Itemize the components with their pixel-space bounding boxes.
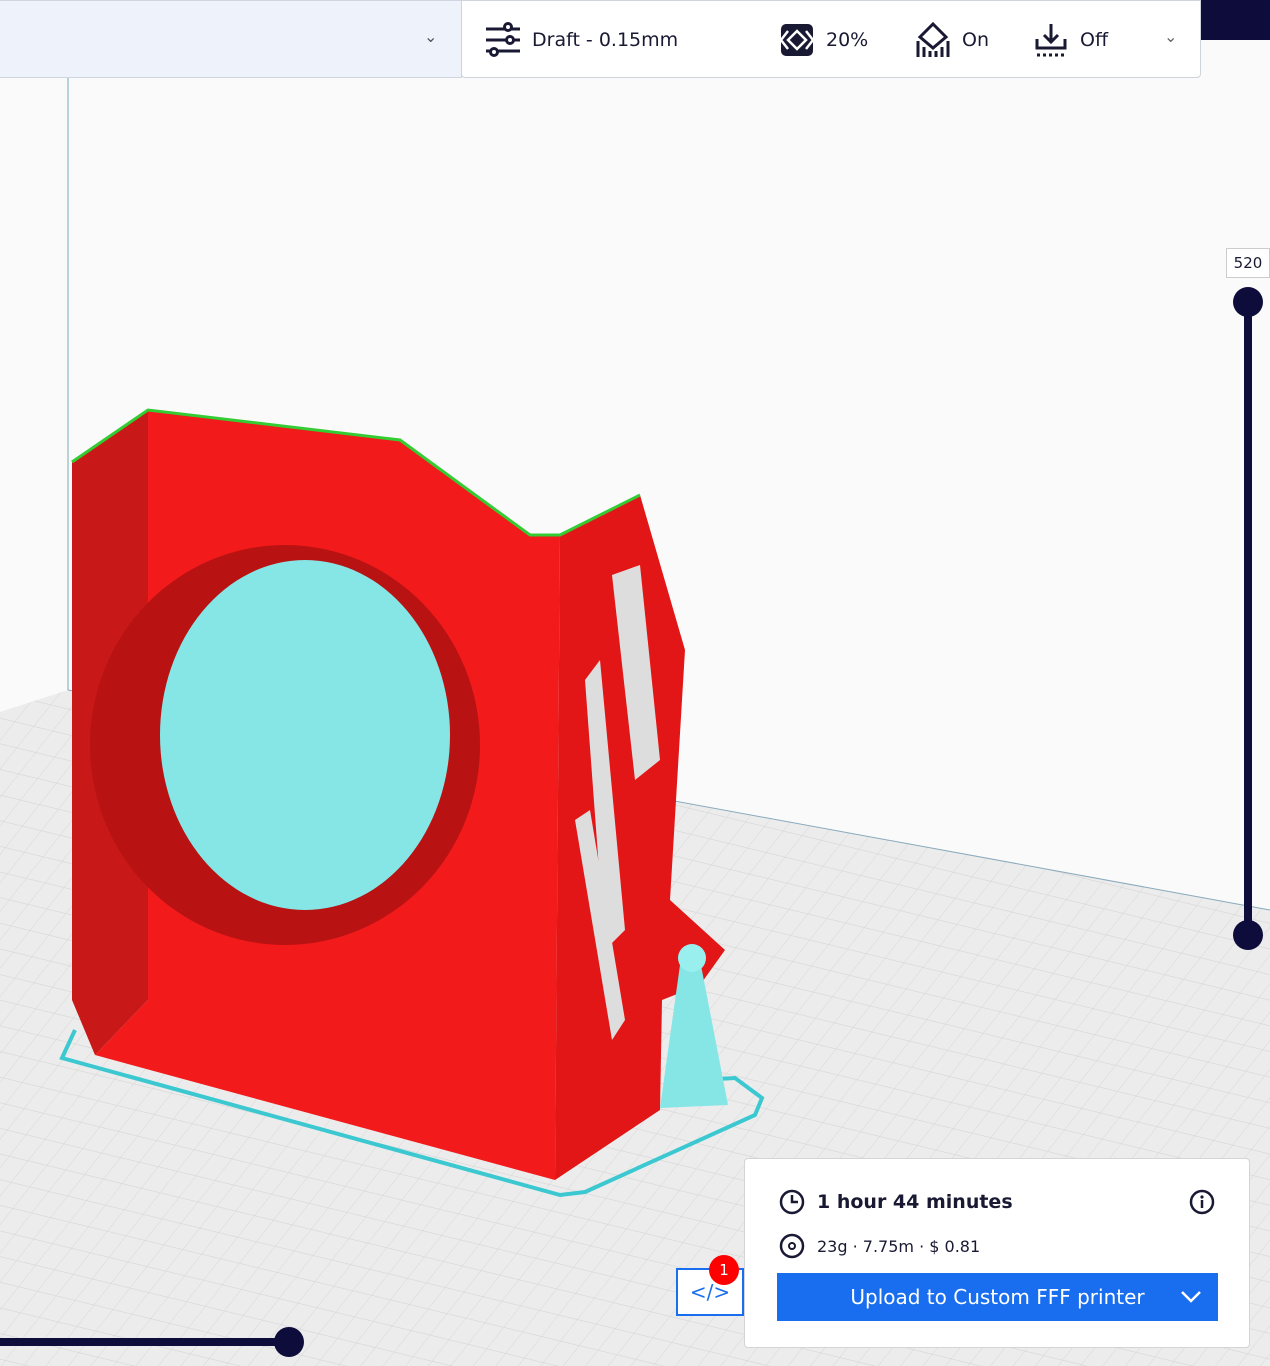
infill-icon	[780, 24, 814, 56]
print-info-panel: 1 hour 44 minutes 23g · 7.75m · $ 0.81 U…	[744, 1158, 1250, 1348]
clock-icon	[779, 1189, 805, 1215]
support-icon	[916, 21, 950, 57]
support-structure	[160, 560, 450, 910]
layer-slider-track[interactable]	[1244, 302, 1252, 935]
spool-icon	[779, 1233, 805, 1259]
notification-badge: 1	[709, 1255, 739, 1285]
adhesion-icon	[1035, 24, 1067, 57]
chevron-down-icon[interactable]: ⌄	[1164, 27, 1177, 46]
info-icon[interactable]	[1189, 1189, 1215, 1215]
layer-slider-top-handle[interactable]	[1233, 287, 1263, 317]
print-settings-bar[interactable]: Draft - 0.15mm 20% On Off ⌄	[461, 0, 1201, 78]
path-slider-track[interactable]	[0, 1338, 289, 1346]
upload-button[interactable]: Upload to Custom FFF printer	[777, 1273, 1218, 1321]
support-setting[interactable]: On	[914, 21, 989, 59]
chevron-down-icon: ⌄	[424, 27, 438, 46]
header-bar	[1200, 0, 1270, 40]
upload-label: Upload to Custom FFF printer	[850, 1285, 1145, 1309]
material-usage: 23g · 7.75m · $ 0.81	[817, 1236, 981, 1256]
print-time: 1 hour 44 minutes	[817, 1191, 1013, 1213]
layer-number-label[interactable]: 520	[1226, 248, 1270, 278]
layer-slider-bottom-handle[interactable]	[1233, 920, 1263, 950]
adhesion-value: Off	[1080, 29, 1109, 51]
profile-label: Draft - 0.15mm	[532, 29, 679, 51]
printer-selector[interactable]: ⌄	[0, 0, 462, 78]
adhesion-setting[interactable]: Off	[1032, 21, 1108, 59]
chevron-down-icon[interactable]	[1178, 1283, 1204, 1309]
sliders-icon	[486, 22, 520, 57]
infill-setting[interactable]: 20%	[778, 21, 868, 59]
profile-setting[interactable]: Draft - 0.15mm	[484, 21, 678, 59]
infill-value: 20%	[826, 29, 869, 51]
support-value: On	[962, 29, 989, 51]
path-slider-handle[interactable]	[274, 1327, 304, 1357]
